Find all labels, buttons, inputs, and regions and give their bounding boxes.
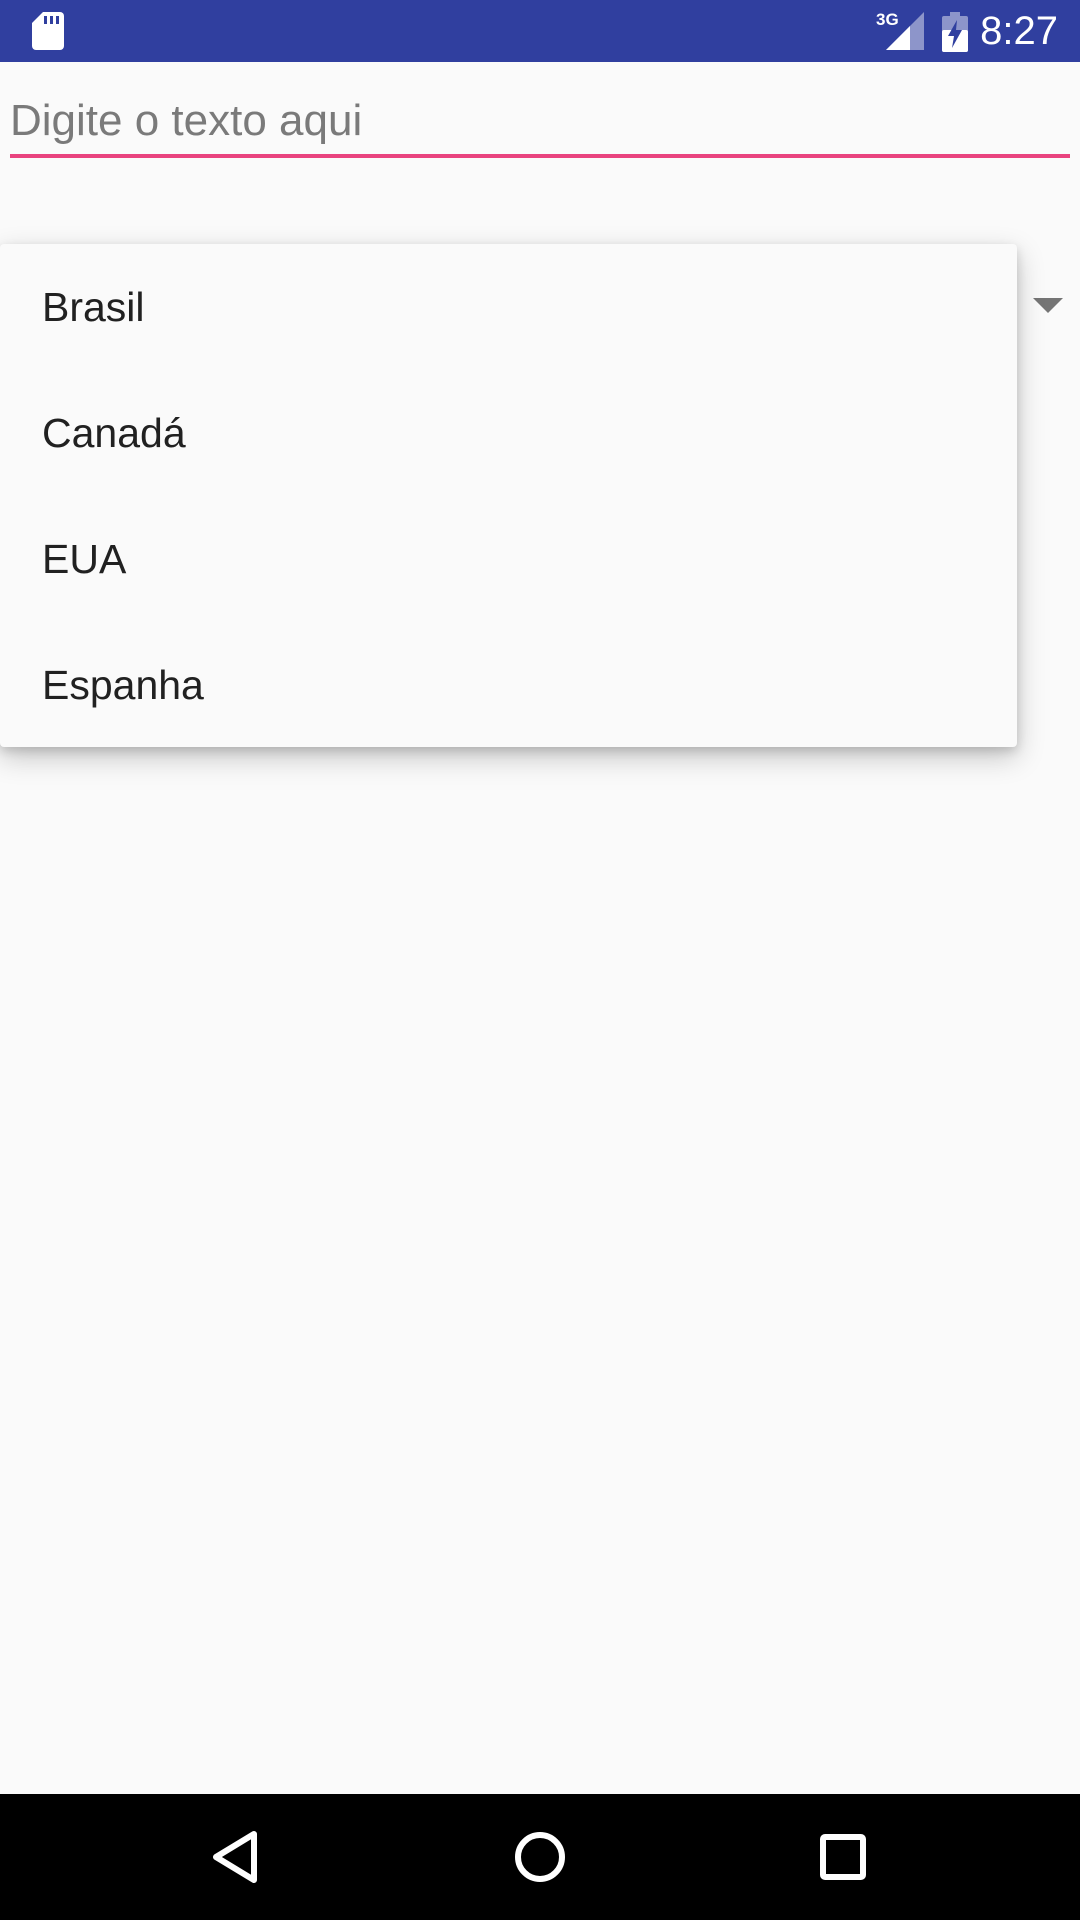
battery-charging-icon [942, 12, 968, 52]
clock: 8:27 [980, 9, 1058, 53]
recents-icon[interactable] [810, 1824, 876, 1890]
dropdown-option-canada[interactable]: Canadá [0, 370, 1017, 496]
home-icon[interactable] [507, 1824, 573, 1890]
dropdown-option-espanha[interactable]: Espanha [0, 622, 1017, 748]
navigation-bar [0, 1794, 1080, 1920]
network-type-label: 3G [876, 10, 899, 29]
text-input[interactable] [10, 88, 1070, 158]
back-icon[interactable] [204, 1824, 270, 1890]
status-bar: 3G 8:27 [0, 0, 1080, 62]
country-dropdown-menu: Brasil Canadá EUA Espanha [0, 244, 1017, 747]
dropdown-option-eua[interactable]: EUA [0, 496, 1017, 622]
sd-card-icon [32, 12, 64, 50]
dropdown-arrow-icon[interactable] [1033, 298, 1063, 314]
dropdown-option-brasil[interactable]: Brasil [0, 244, 1017, 370]
